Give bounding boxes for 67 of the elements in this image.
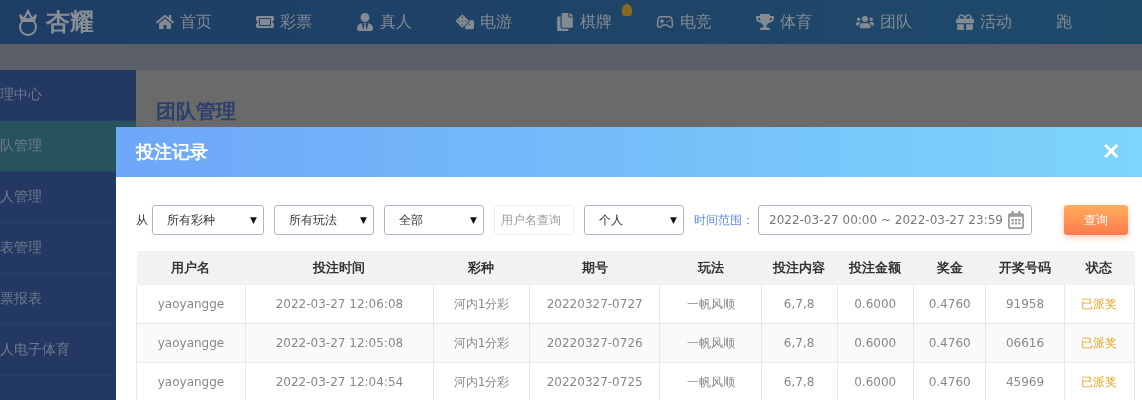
column-header: 开奖号码	[985, 251, 1065, 285]
nav-link[interactable]: 棋牌	[556, 11, 642, 33]
caret-icon: ▼	[360, 215, 367, 225]
table-cell: 河内1分彩	[433, 323, 530, 363]
table-cell: 2022-03-27 12:05:08	[245, 323, 434, 363]
column-header: 状态	[1064, 251, 1135, 285]
dropdown[interactable]: 所有玩法 ▼	[274, 205, 374, 235]
table-cell: 一帆风顺	[659, 323, 762, 363]
query-button[interactable]: 查询	[1064, 205, 1128, 235]
column-header: 玩法	[659, 251, 762, 285]
ticket-icon	[256, 13, 274, 31]
nav-link[interactable]: 电竞	[656, 11, 742, 33]
username-field[interactable]: 用户名查询	[494, 205, 574, 235]
nav-link[interactable]: 团队	[856, 11, 942, 33]
dropdown[interactable]: 全部 ▼	[384, 205, 484, 235]
gift-icon	[956, 13, 974, 31]
table-cell: 2022-03-27 12:06:08	[245, 285, 434, 324]
table-cell: 河内1分彩	[433, 285, 530, 324]
column-header: 奖金	[913, 251, 986, 285]
nav-link[interactable]: 跑	[1056, 11, 1142, 33]
column-header: 投注内容	[761, 251, 838, 285]
table-cell: 0.6000	[837, 323, 914, 363]
column-header: 彩种	[433, 251, 530, 285]
table-cell: yaoyangge	[136, 323, 246, 363]
nav-link[interactable]: 首页	[156, 11, 242, 33]
range-label: 时间范围：	[694, 211, 754, 229]
nav-link[interactable]: 彩票	[256, 11, 342, 33]
gamepad-icon	[656, 13, 674, 31]
table-cell: 0.4760	[913, 285, 986, 324]
from-label: 从	[136, 211, 148, 229]
table-cell: yaoyangge	[136, 285, 246, 324]
home-icon	[156, 13, 174, 31]
table-cell: 20220327-0726	[529, 323, 660, 363]
table-cell: yaoyangge	[136, 362, 246, 400]
table-cell: 20220327-0727	[529, 285, 660, 324]
trophy-icon	[756, 13, 774, 31]
column-header: 用户名	[136, 251, 246, 285]
status-text: 已派奖	[1064, 323, 1135, 363]
nav-link[interactable]: 电游	[456, 11, 542, 33]
table-cell: 0.4760	[913, 323, 986, 363]
table-cell: 6,7,8	[761, 323, 838, 363]
close-button[interactable]: ✕	[1102, 139, 1120, 165]
dice-icon	[456, 13, 474, 31]
dialog-title: 投注记录	[136, 140, 208, 164]
page-title: 团队管理	[156, 98, 237, 125]
table-cell: 91958	[985, 285, 1065, 324]
column-header: 投注金额	[837, 251, 914, 285]
table-cell: 06616	[985, 323, 1065, 363]
logo[interactable]: 杏耀	[0, 6, 142, 38]
column-header: 期号	[529, 251, 660, 285]
people-icon	[856, 13, 874, 31]
date-range-field[interactable]: 2022-03-27 00:00 ~ 2022-03-27 23:59	[758, 205, 1032, 235]
nav-link[interactable]: 活动	[956, 11, 1042, 33]
caret-icon: ▼	[250, 215, 257, 225]
person-icon	[356, 13, 374, 31]
table-cell: 一帆风顺	[659, 285, 762, 324]
column-header: 投注时间	[245, 251, 434, 285]
table-cell: 0.6000	[837, 285, 914, 324]
dropdown[interactable]: 个人 ▼	[584, 205, 684, 235]
caret-icon: ▼	[670, 215, 677, 225]
caret-icon: ▼	[470, 215, 477, 225]
nav-link[interactable]: 体育	[756, 11, 842, 33]
status-text: 已派奖	[1064, 285, 1135, 324]
table-cell: 6,7,8	[761, 285, 838, 324]
calendar-icon	[1007, 211, 1025, 229]
dropdown[interactable]: 所有彩种 ▼	[152, 205, 264, 235]
nav-link[interactable]: 真人	[356, 11, 442, 33]
